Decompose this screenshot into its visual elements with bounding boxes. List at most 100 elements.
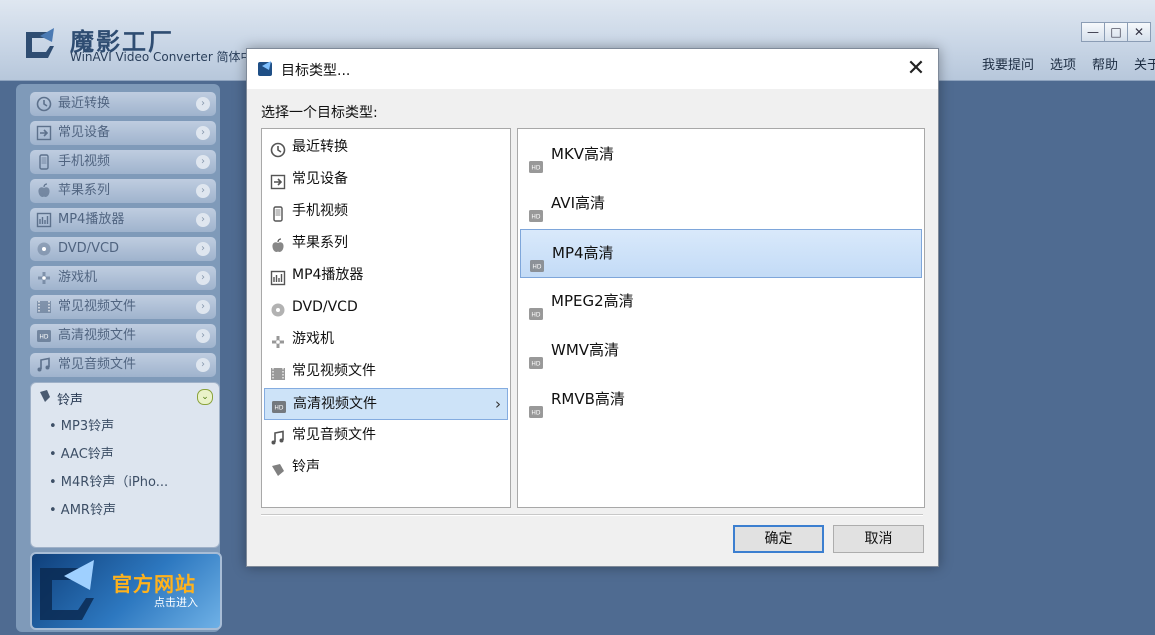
category-item[interactable]: 苹果系列 xyxy=(264,228,506,258)
gamepad-icon xyxy=(36,270,52,286)
sidebar-item-label: MP4播放器 xyxy=(58,212,125,227)
phone-icon xyxy=(36,154,52,170)
category-item[interactable]: 最近转换 xyxy=(264,132,506,162)
sidebar-item-label: 常见设备 xyxy=(58,125,111,140)
format-item[interactable]: HD RMVB高清 xyxy=(520,376,920,423)
chevron-right-icon: › xyxy=(196,126,210,140)
apple-icon xyxy=(270,235,286,252)
bell-icon xyxy=(270,459,286,476)
category-item-label: 游戏机 xyxy=(292,331,334,347)
chevron-right-icon: › xyxy=(196,242,210,256)
app-logo-icon xyxy=(22,26,58,60)
sidebar-item[interactable]: 苹果系列 › xyxy=(30,179,216,203)
category-item[interactable]: 手机视频 xyxy=(264,196,506,226)
category-item-label: DVD/VCD xyxy=(292,299,358,315)
format-item-label: MPEG2高清 xyxy=(551,292,634,310)
sidebar-subitem-amr[interactable]: • AMR铃声 xyxy=(49,499,116,518)
sidebar-item-label: 常见音频文件 xyxy=(58,357,137,372)
category-item-label: 手机视频 xyxy=(292,203,348,219)
sidebar-item[interactable]: HD 高清视频文件 › xyxy=(30,324,216,348)
category-item[interactable]: 铃声 xyxy=(264,452,506,482)
category-item[interactable]: MP4播放器 xyxy=(264,260,506,290)
sidebar-item-label: 手机视频 xyxy=(58,154,111,169)
sidebar-item[interactable]: 手机视频 › xyxy=(30,150,216,174)
dialog-title: 目标类型... xyxy=(281,63,351,79)
sidebar-item-label: 苹果系列 xyxy=(58,183,111,198)
sidebar-item[interactable]: 游戏机 › xyxy=(30,266,216,290)
phone-icon xyxy=(270,203,286,222)
category-item[interactable]: 常见音频文件 xyxy=(264,420,506,450)
category-item[interactable]: DVD/VCD xyxy=(264,292,506,322)
sidebar-item[interactable]: 常见视频文件 › xyxy=(30,295,216,319)
sidebar-item[interactable]: 常见音频文件 › xyxy=(30,353,216,377)
menu-options[interactable]: 选项 xyxy=(1050,54,1076,73)
menu-help[interactable]: 帮助 xyxy=(1092,54,1118,73)
format-item[interactable]: HD MP4高清 xyxy=(520,229,922,278)
minimize-button[interactable]: — xyxy=(1081,22,1105,42)
arrow-in-icon xyxy=(270,171,286,190)
sidebar-subitem-aac[interactable]: • AAC铃声 xyxy=(49,443,114,462)
category-item-label: 苹果系列 xyxy=(292,235,348,251)
category-item[interactable]: 常见设备 xyxy=(264,164,506,194)
format-item-label: RMVB高清 xyxy=(551,390,625,408)
svg-text:HD: HD xyxy=(532,264,542,271)
format-item[interactable]: HD MPEG2高清 xyxy=(520,278,920,325)
category-item-label: 常见设备 xyxy=(292,171,348,187)
chevron-right-icon: › xyxy=(196,271,210,285)
sidebar-subitem-mp3[interactable]: • MP3铃声 xyxy=(49,415,114,434)
svg-text:HD: HD xyxy=(531,214,541,221)
site-logo-icon xyxy=(40,560,94,620)
close-button[interactable]: ✕ xyxy=(1127,22,1151,42)
target-type-dialog: 目标类型... ✕ 选择一个目标类型: 最近转换 常见设备 手机视频 苹果系列 MP4播… xyxy=(246,48,939,567)
sidebar-subitem-m4r[interactable]: • M4R铃声（iPho... xyxy=(49,471,168,490)
svg-text:HD: HD xyxy=(39,334,49,341)
category-item-label: 最近转换 xyxy=(292,139,348,155)
gamepad-icon xyxy=(270,331,286,348)
dialog-divider xyxy=(261,514,923,516)
category-item-label: 常见音频文件 xyxy=(292,427,376,443)
hd-icon: HD xyxy=(528,294,544,320)
cancel-button[interactable]: 取消 xyxy=(833,525,924,553)
dialog-close-icon[interactable]: ✕ xyxy=(902,55,930,83)
category-item[interactable]: 游戏机 xyxy=(264,324,506,354)
maximize-button[interactable]: □ xyxy=(1104,22,1128,42)
menu-about[interactable]: 关于 xyxy=(1134,54,1155,73)
category-item[interactable]: HD 高清视频文件 › xyxy=(264,388,508,420)
chevron-right-icon: › xyxy=(196,97,210,111)
sidebar-expanded-ringtone[interactable]: 铃声 ⌄ • MP3铃声 • AAC铃声 • M4R铃声（iPho... • A… xyxy=(30,382,220,548)
sidebar-item[interactable]: DVD/VCD › xyxy=(30,237,216,261)
category-list: 最近转换 常见设备 手机视频 苹果系列 MP4播放器 DVD/VCD 游戏机 常见视频文件 HD… xyxy=(261,128,511,508)
format-item[interactable]: HD AVI高清 xyxy=(520,180,920,227)
hd-icon: HD xyxy=(271,396,287,413)
bell-icon xyxy=(37,388,53,408)
sidebar-item[interactable]: 最近转换 › xyxy=(30,92,216,116)
sidebar-item-label: 高清视频文件 xyxy=(58,328,137,343)
format-list: HD MKV高清 HD AVI高清 HD MP4高清 HD MPEG2高清 HD WMV高清 HD R… xyxy=(517,128,925,508)
hd-icon: HD xyxy=(528,196,544,222)
music-note-icon xyxy=(36,357,52,373)
category-item-label: 铃声 xyxy=(292,459,320,475)
clock-icon xyxy=(270,139,286,158)
svg-text:HD: HD xyxy=(531,361,541,368)
ok-button[interactable]: 确定 xyxy=(733,525,824,553)
category-item[interactable]: 常见视频文件 xyxy=(264,356,506,386)
sidebar-item-label: 游戏机 xyxy=(58,270,98,285)
apple-icon xyxy=(36,183,52,199)
format-item[interactable]: HD WMV高清 xyxy=(520,327,920,374)
hd-icon: HD xyxy=(36,328,52,344)
chevron-down-icon[interactable]: ⌄ xyxy=(197,389,213,405)
official-site-banner[interactable]: 官方网站 点击进入 xyxy=(30,552,222,630)
chevron-right-icon: › xyxy=(196,155,210,169)
format-item[interactable]: HD MKV高清 xyxy=(520,131,920,178)
hd-icon: HD xyxy=(529,246,545,272)
format-item-label: WMV高清 xyxy=(551,341,620,359)
dialog-app-icon xyxy=(257,60,275,78)
film-icon xyxy=(270,363,286,380)
banner-title: 官方网站 xyxy=(112,572,196,596)
sidebar-item[interactable]: 常见设备 › xyxy=(30,121,216,145)
svg-text:HD: HD xyxy=(531,312,541,319)
menu-ask[interactable]: 我要提问 xyxy=(982,54,1034,73)
sidebar-item[interactable]: MP4播放器 › xyxy=(30,208,216,232)
chevron-right-icon: › xyxy=(196,358,210,372)
chevron-right-icon: › xyxy=(495,395,501,413)
